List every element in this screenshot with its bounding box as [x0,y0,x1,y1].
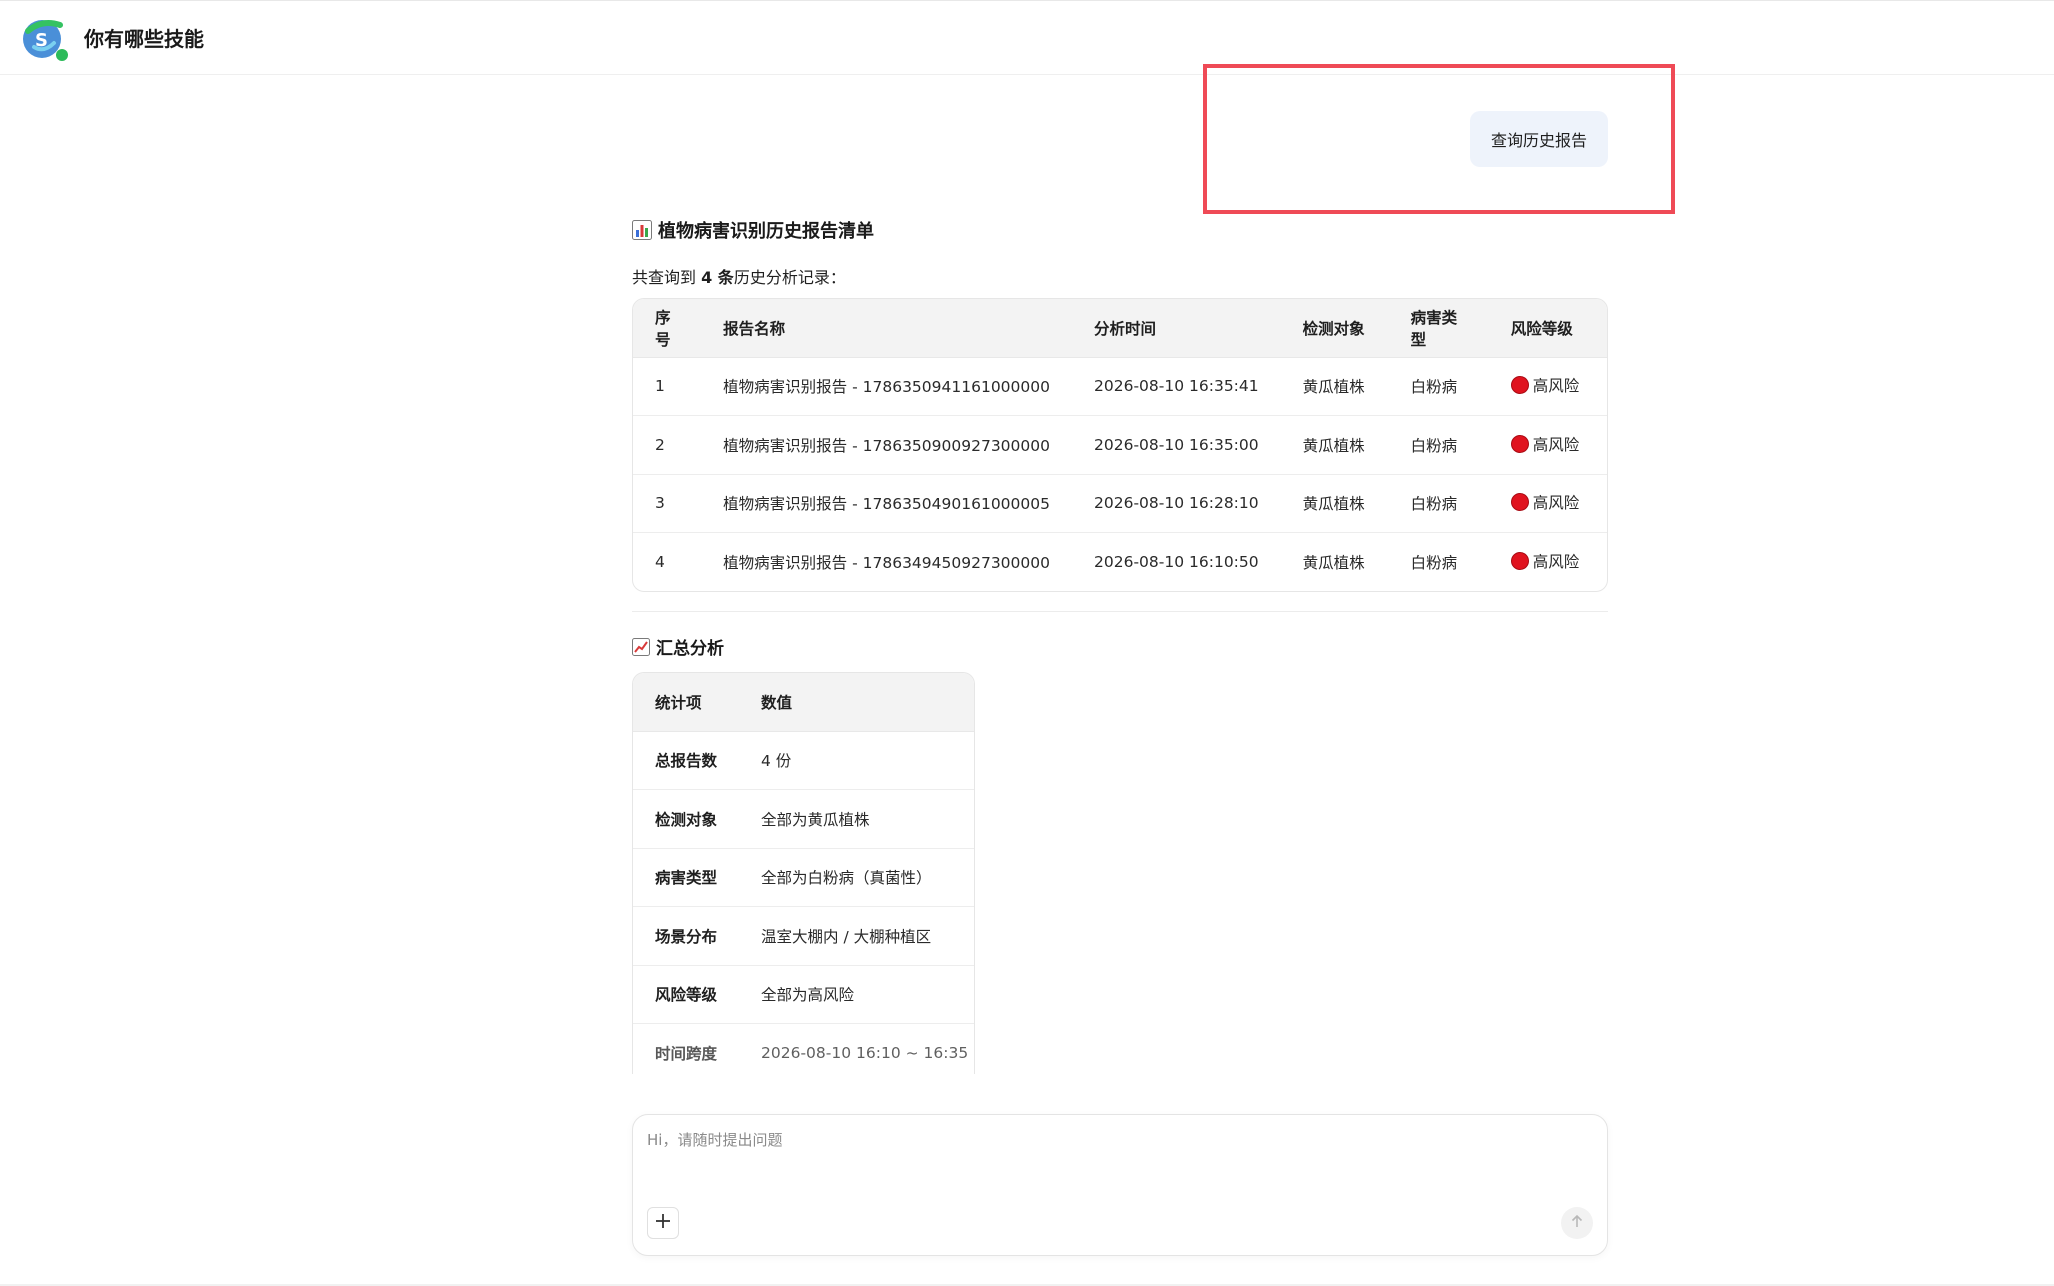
summary-count: 4 条 [701,268,734,287]
cell-index: 3 [633,474,702,533]
table-row: 时间跨度 2026-08-10 16:10 ~ 16:35 [633,1024,974,1075]
risk-label: 高风险 [1532,553,1580,571]
cell-disease: 白粉病 [1388,357,1489,416]
col-header-disease: 病害类型 [1388,299,1489,358]
red-circle-icon [1510,434,1529,453]
col-header-risk: 风险等级 [1488,299,1607,358]
report-list-title-text: 植物病害识别历史报告清单 [658,221,874,242]
section-divider [632,611,1608,612]
cell-object: 黄瓜植株 [1280,415,1389,475]
cell-index: 2 [633,415,702,475]
send-button[interactable] [1561,1207,1593,1239]
chat-input[interactable] [647,1127,1547,1153]
summary-analysis-title-text: 汇总分析 [656,639,724,659]
red-circle-icon [1510,552,1529,570]
cell-risk: 高风险 [1488,415,1607,475]
cell-object: 黄瓜植株 [1302,554,1365,572]
summary-table-header: 统计项 数值 [633,673,974,732]
cell-key: 检测对象 [633,789,740,849]
cell-name: 植物病害识别报告 - 1786350900927300000 [701,415,1072,475]
summary-suffix: 历史分析记录： [733,268,846,287]
cell-time: 2026-08-10 16:10:50 [1094,553,1259,571]
cell-key: 场景分布 [633,906,740,966]
cell-key: 病害类型 [633,848,740,907]
cell-disease: 白粉病 [1388,415,1489,475]
user-message-bubble: 查询历史报告 [1470,111,1608,167]
risk-label: 高风险 [1532,435,1580,454]
cell-index: 1 [633,357,702,416]
summary-table: 统计项 数值 总报告数 4 份 检测对象 全部为黄瓜植株 病害类型 全部为白粉病… [632,672,975,1074]
bar-chart-icon [632,220,652,240]
table-row: 2 植物病害识别报告 - 1786350900927300000 2026-08… [633,415,1607,475]
cell-name: 植物病害识别报告 - 1786350490161000005 [701,474,1072,533]
cell-name: 植物病害识别报告 - 1786349450927300000 [723,554,1050,572]
cell-disease: 白粉病 [1410,554,1458,572]
cell-value: 4 份 [739,731,974,790]
cell-disease: 白粉病 [1388,474,1489,533]
col-header-value: 数值 [739,673,974,732]
table-row: 场景分布 温室大棚内 / 大棚种植区 [633,906,974,966]
col-header-index: 序号 [633,299,702,358]
table-row: 1 植物病害识别报告 - 1786350941161000000 2026-08… [633,357,1607,416]
cell-key: 风险等级 [633,965,740,1024]
app-title: 你有哪些技能 [84,27,204,51]
top-bar: S 你有哪些技能 [0,0,2054,75]
col-header-name: 报告名称 [701,299,1072,358]
table-row: 4 植物病害识别报告 - 1786349450927300000 2026-08… [633,533,1607,592]
report-count-summary: 共查询到 4 条历史分析记录： [632,264,846,288]
cell-risk: 高风险 [1488,474,1607,533]
cell-key: 时间跨度 [655,1045,718,1063]
red-circle-icon [1510,493,1529,512]
cell-time: 2026-08-10 16:35:41 [1072,357,1281,416]
cell-time: 2026-08-10 16:28:10 [1072,474,1281,533]
report-table-header: 序号 报告名称 分析时间 检测对象 病害类型 风险等级 [633,299,1607,358]
attach-button[interactable] [647,1207,679,1239]
cell-object: 黄瓜植株 [1280,357,1389,416]
table-row: 3 植物病害识别报告 - 1786350490161000005 2026-08… [633,474,1607,533]
cell-value: 全部为白粉病（真菌性） [739,848,974,907]
col-header-item: 统计项 [633,673,740,732]
red-circle-icon [1510,376,1529,395]
summary-prefix: 共查询到 [632,268,702,287]
col-header-object: 检测对象 [1280,299,1389,358]
risk-label: 高风险 [1532,377,1580,396]
cell-value: 2026-08-10 16:10 ~ 16:35 [761,1044,969,1062]
svg-text:S: S [35,30,48,51]
cell-risk: 高风险 [1488,357,1607,416]
cell-value: 全部为黄瓜植株 [739,789,974,849]
table-row: 检测对象 全部为黄瓜植株 [633,789,974,849]
cell-value: 全部为高风险 [739,965,974,1024]
cell-name: 植物病害识别报告 - 1786350941161000000 [701,357,1072,416]
report-list-title: 植物病害识别历史报告清单 [632,217,874,243]
app-logo-icon: S [20,13,70,63]
cell-value: 温室大棚内 / 大棚种植区 [739,906,974,966]
risk-label: 高风险 [1532,494,1580,513]
cell-index: 4 [655,553,665,571]
trend-chart-icon [632,637,650,656]
cell-key: 总报告数 [633,731,740,790]
table-row: 总报告数 4 份 [633,731,974,790]
cell-risk: 高风险 [1489,533,1607,592]
cell-object: 黄瓜植株 [1280,474,1389,533]
chat-composer [632,1114,1608,1256]
cell-time: 2026-08-10 16:35:00 [1072,415,1281,475]
report-table: 序号 报告名称 分析时间 检测对象 病害类型 风险等级 1 植物病害识别报告 -… [632,298,1608,592]
plus-icon [654,1212,672,1234]
table-row: 病害类型 全部为白粉病（真菌性） [633,848,974,907]
table-row: 风险等级 全部为高风险 [633,965,974,1024]
summary-analysis-title: 汇总分析 [632,634,724,659]
arrow-up-icon [1569,1213,1585,1233]
col-header-time: 分析时间 [1072,299,1281,358]
